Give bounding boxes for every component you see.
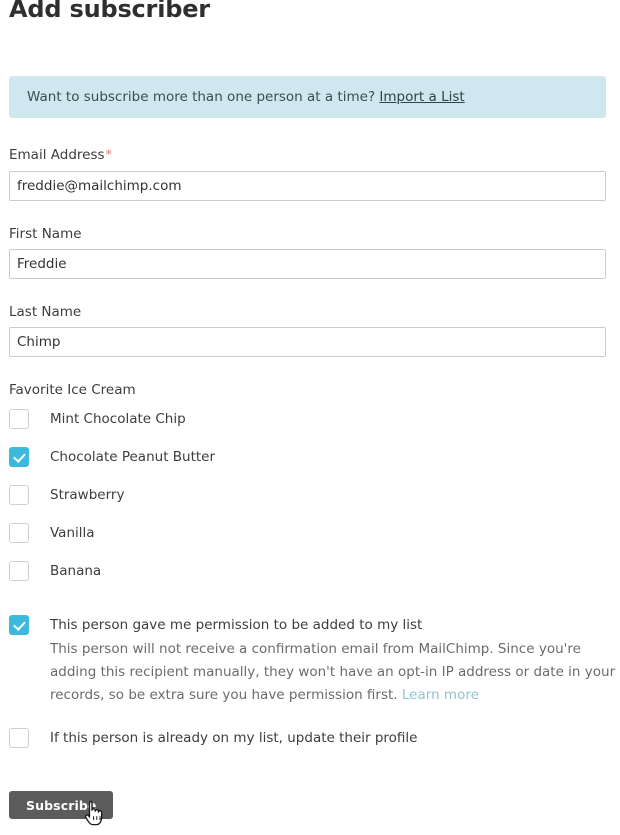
subscribe-button[interactable]: Subscribe bbox=[9, 791, 114, 819]
first-name-field-label: First Name bbox=[9, 226, 82, 242]
email-input[interactable] bbox=[9, 171, 606, 201]
checkbox-row-chocolate-peanut-butter[interactable]: Chocolate Peanut Butter bbox=[9, 447, 606, 485]
email-field-label: Email Address* bbox=[9, 146, 606, 165]
import-list-banner: Want to subscribe more than one person a… bbox=[9, 76, 606, 118]
checkbox-label-vanilla[interactable]: Vanilla bbox=[50, 523, 95, 543]
checkbox-label-banana[interactable]: Banana bbox=[50, 561, 101, 581]
checkbox-label-chocolate-peanut-butter[interactable]: Chocolate Peanut Butter bbox=[50, 447, 215, 467]
update-profile-row[interactable]: If this person is already on my list, up… bbox=[9, 728, 606, 748]
field-spacer bbox=[9, 201, 606, 225]
banner-text: Want to subscribe more than one person a… bbox=[27, 89, 380, 105]
update-profile-label[interactable]: If this person is already on my list, up… bbox=[50, 728, 418, 748]
checkbox-strawberry[interactable] bbox=[9, 485, 29, 505]
import-a-list-link[interactable]: Import a List bbox=[379, 89, 464, 105]
add-subscriber-page: Add subscriber Want to subscribe more th… bbox=[0, 0, 620, 835]
checkbox-row-mint-chocolate-chip[interactable]: Mint Chocolate Chip bbox=[9, 409, 606, 447]
checkbox-banana[interactable] bbox=[9, 561, 29, 581]
permission-block: This person gave me permission to be add… bbox=[9, 615, 615, 707]
first-name-field-group: First Name bbox=[9, 225, 606, 279]
submit-area: Subscribe bbox=[9, 791, 114, 819]
last-name-field-group: Last Name bbox=[9, 303, 606, 357]
first-name-input[interactable] bbox=[9, 249, 606, 279]
email-label-text: Email Address bbox=[9, 147, 105, 163]
checkbox-chocolate-peanut-butter[interactable] bbox=[9, 447, 29, 467]
checkbox-row-strawberry[interactable]: Strawberry bbox=[9, 485, 606, 523]
field-spacer bbox=[9, 357, 606, 381]
page-title: Add subscriber bbox=[9, 0, 210, 23]
checkbox-label-mint-chocolate-chip[interactable]: Mint Chocolate Chip bbox=[50, 409, 186, 429]
checkbox-row-vanilla[interactable]: Vanilla bbox=[9, 523, 606, 561]
checkbox-row-banana[interactable]: Banana bbox=[9, 561, 606, 599]
permission-checkbox-row[interactable]: This person gave me permission to be add… bbox=[9, 615, 606, 635]
checkbox-mint-chocolate-chip[interactable] bbox=[9, 409, 29, 429]
field-spacer bbox=[9, 279, 606, 303]
favorite-ice-cream-group: Favorite Ice Cream Mint Chocolate Chip C… bbox=[9, 381, 606, 599]
last-name-field-label: Last Name bbox=[9, 304, 82, 320]
learn-more-link[interactable]: Learn more bbox=[402, 687, 479, 703]
email-field-group: Email Address* bbox=[9, 146, 606, 201]
favorite-ice-cream-label: Favorite Ice Cream bbox=[9, 382, 136, 398]
subscriber-form: Email Address* First Name Last Name Favo… bbox=[9, 146, 615, 748]
permission-label[interactable]: This person gave me permission to be add… bbox=[50, 615, 422, 635]
permission-description: This person will not receive a confirmat… bbox=[50, 638, 620, 707]
checkbox-update-profile[interactable] bbox=[9, 728, 29, 748]
checkbox-permission-granted[interactable] bbox=[9, 615, 29, 635]
last-name-input[interactable] bbox=[9, 327, 606, 357]
permission-description-text: This person will not receive a confirmat… bbox=[50, 641, 616, 703]
checkbox-vanilla[interactable] bbox=[9, 523, 29, 543]
required-asterisk-icon: * bbox=[105, 148, 113, 163]
checkbox-label-strawberry[interactable]: Strawberry bbox=[50, 485, 124, 505]
